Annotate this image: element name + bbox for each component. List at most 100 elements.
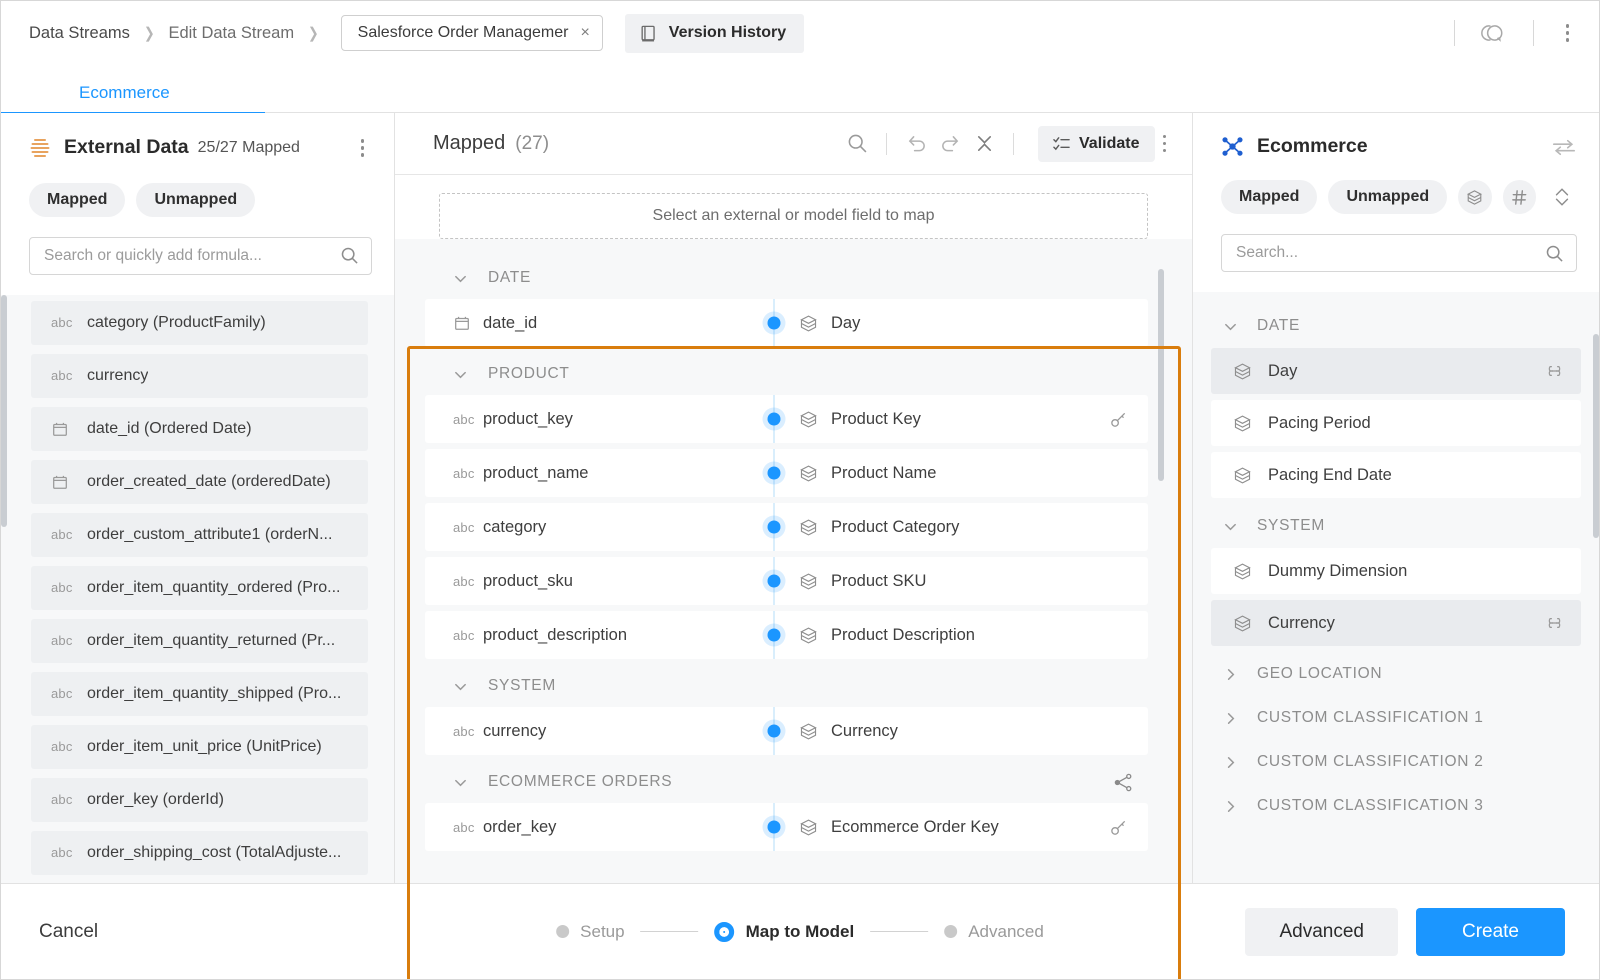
mapping-row[interactable]: abcorder_keyEcommerce Order Key — [425, 803, 1148, 851]
model-group-header[interactable]: CUSTOM CLASSIFICATION 3 — [1211, 784, 1581, 828]
external-data-search[interactable] — [29, 237, 372, 275]
model-field-row[interactable]: Dummy Dimension — [1211, 548, 1581, 594]
external-field-row[interactable]: abcorder_shipping_cost (TotalAdjuste... — [31, 831, 368, 875]
top-bar-overflow-menu-icon[interactable] — [1558, 20, 1578, 46]
search-icon[interactable] — [340, 246, 359, 265]
mapping-status-dot[interactable] — [768, 821, 781, 834]
external-field-row[interactable]: abcorder_item_unit_price (UnitPrice) — [31, 725, 368, 769]
filter-mapped[interactable]: Mapped — [29, 183, 125, 217]
chevron-down-icon[interactable] — [453, 271, 468, 286]
mapping-status-dot[interactable] — [768, 575, 781, 588]
search-input[interactable] — [44, 247, 340, 265]
mapping-list-scrollbar[interactable] — [1158, 269, 1164, 481]
external-field-row[interactable]: abcorder_item_quantity_returned (Pr... — [31, 619, 368, 663]
mapping-row[interactable]: abcproduct_skuProduct SKU — [425, 557, 1148, 605]
chevron-down-icon[interactable] — [453, 367, 468, 382]
cube-icon — [1233, 362, 1252, 381]
external-field-row[interactable]: abcorder_item_quantity_shipped (Pro... — [31, 672, 368, 716]
model-group-header[interactable]: SYSTEM — [1211, 504, 1581, 548]
mapping-group-header[interactable]: DATE — [425, 257, 1148, 299]
breadcrumb-edit-data-stream[interactable]: Edit Data Stream — [168, 24, 294, 43]
key-icon[interactable] — [1109, 410, 1128, 429]
external-field-row[interactable]: abcorder_key (orderId) — [31, 778, 368, 822]
mapping-status-dot[interactable] — [768, 629, 781, 642]
mapping-status-dot[interactable] — [768, 317, 781, 330]
external-data-overflow-menu-icon[interactable] — [353, 135, 373, 161]
mapping-group-header[interactable]: SYSTEM — [425, 665, 1148, 707]
model-group-header[interactable]: GEO LOCATION — [1211, 652, 1581, 696]
external-field-row[interactable]: date_id (Ordered Date) — [31, 407, 368, 451]
mapping-row[interactable]: date_idDay — [425, 299, 1148, 347]
chevron-right-icon[interactable] — [1223, 799, 1238, 814]
chevron-right-icon[interactable] — [1223, 711, 1238, 726]
tab-ecommerce[interactable]: Ecommerce — [79, 83, 170, 112]
mapping-list[interactable]: DATEdate_idDay PRODUCTabcproduct_keyProdu… — [395, 239, 1192, 883]
link-icon[interactable] — [1544, 364, 1565, 378]
chevron-down-icon[interactable] — [453, 775, 468, 790]
external-field-list[interactable]: abccategory (ProductFamily) abccurrency da… — [1, 295, 394, 884]
model-field-list[interactable]: DATEDay Pacing Period Pacing End Date SYSTE… — [1193, 292, 1599, 883]
link-icon[interactable] — [1544, 616, 1565, 630]
field-drop-zone[interactable]: Select an external or model field to map — [439, 193, 1148, 239]
chevron-down-icon[interactable] — [1223, 319, 1238, 334]
sort-icon[interactable] — [1547, 182, 1577, 212]
stream-name-chip[interactable]: Salesforce Order Managemer × — [341, 15, 603, 51]
external-field-row[interactable]: abccategory (ProductFamily) — [31, 301, 368, 345]
filter-unmapped[interactable]: Unmapped — [136, 183, 255, 217]
sync-link-icon[interactable] — [1479, 22, 1509, 44]
chevron-right-icon[interactable] — [1223, 667, 1238, 682]
model-search[interactable] — [1221, 234, 1577, 272]
external-list-scrollbar[interactable] — [1, 295, 7, 527]
swap-arrows-icon[interactable] — [1551, 137, 1577, 157]
filter-mapped[interactable]: Mapped — [1221, 180, 1317, 214]
share-nodes-icon[interactable] — [1113, 772, 1134, 793]
mapping-status-dot[interactable] — [768, 413, 781, 426]
filter-unmapped[interactable]: Unmapped — [1328, 180, 1447, 214]
mapping-group-header[interactable]: PRODUCT — [425, 353, 1148, 395]
advanced-button[interactable]: Advanced — [1245, 908, 1398, 956]
undo-icon[interactable] — [899, 127, 933, 161]
model-field-row[interactable]: Day — [1211, 348, 1581, 394]
external-field-row[interactable]: abcorder_custom_attribute1 (orderN... — [31, 513, 368, 557]
model-field-row[interactable]: Currency — [1211, 600, 1581, 646]
cancel-button[interactable]: Cancel — [39, 921, 98, 943]
chevron-right-icon[interactable] — [1223, 755, 1238, 770]
mapping-row[interactable]: abcproduct_keyProduct Key — [425, 395, 1148, 443]
close-icon[interactable]: × — [580, 25, 589, 41]
chevron-down-icon[interactable] — [453, 679, 468, 694]
mapping-row[interactable]: abccategoryProduct Category — [425, 503, 1148, 551]
search-input[interactable] — [1236, 244, 1545, 262]
model-field-row[interactable]: Pacing Period — [1211, 400, 1581, 446]
model-field-row[interactable]: Pacing End Date — [1211, 452, 1581, 498]
model-list-scrollbar[interactable] — [1593, 334, 1599, 538]
collapse-icon[interactable] — [967, 127, 1001, 161]
model-group-header[interactable]: DATE — [1211, 304, 1581, 348]
breadcrumb-data-streams[interactable]: Data Streams — [29, 24, 130, 43]
step-advanced[interactable]: Advanced — [944, 922, 1044, 942]
mapping-status-dot[interactable] — [768, 521, 781, 534]
redo-icon[interactable] — [933, 127, 967, 161]
external-field-row[interactable]: order_created_date (orderedDate) — [31, 460, 368, 504]
validate-button[interactable]: Validate — [1038, 126, 1154, 162]
search-icon[interactable] — [1545, 244, 1564, 263]
external-field-row[interactable]: abcorder_item_quantity_ordered (Pro... — [31, 566, 368, 610]
step-setup[interactable]: Setup — [556, 922, 624, 942]
create-button[interactable]: Create — [1416, 908, 1565, 956]
hash-icon[interactable] — [1503, 180, 1537, 214]
mapping-row[interactable]: abcproduct_descriptionProduct Descriptio… — [425, 611, 1148, 659]
model-group-header[interactable]: CUSTOM CLASSIFICATION 1 — [1211, 696, 1581, 740]
key-icon[interactable] — [1109, 818, 1128, 837]
mapping-status-dot[interactable] — [768, 467, 781, 480]
mapping-overflow-menu-icon[interactable] — [1155, 131, 1175, 157]
version-history-tab[interactable]: Version History — [625, 14, 804, 53]
cube-icon[interactable] — [1458, 180, 1492, 214]
mapping-row[interactable]: abccurrencyCurrency — [425, 707, 1148, 755]
chevron-down-icon[interactable] — [1223, 519, 1238, 534]
search-icon[interactable] — [840, 127, 874, 161]
mapping-row[interactable]: abcproduct_nameProduct Name — [425, 449, 1148, 497]
mapping-status-dot[interactable] — [768, 725, 781, 738]
model-group-header[interactable]: CUSTOM CLASSIFICATION 2 — [1211, 740, 1581, 784]
external-field-row[interactable]: abccurrency — [31, 354, 368, 398]
step-map-to-model[interactable]: Map to Model — [715, 922, 855, 942]
mapping-group-header[interactable]: ECOMMERCE ORDERS — [425, 761, 1148, 803]
